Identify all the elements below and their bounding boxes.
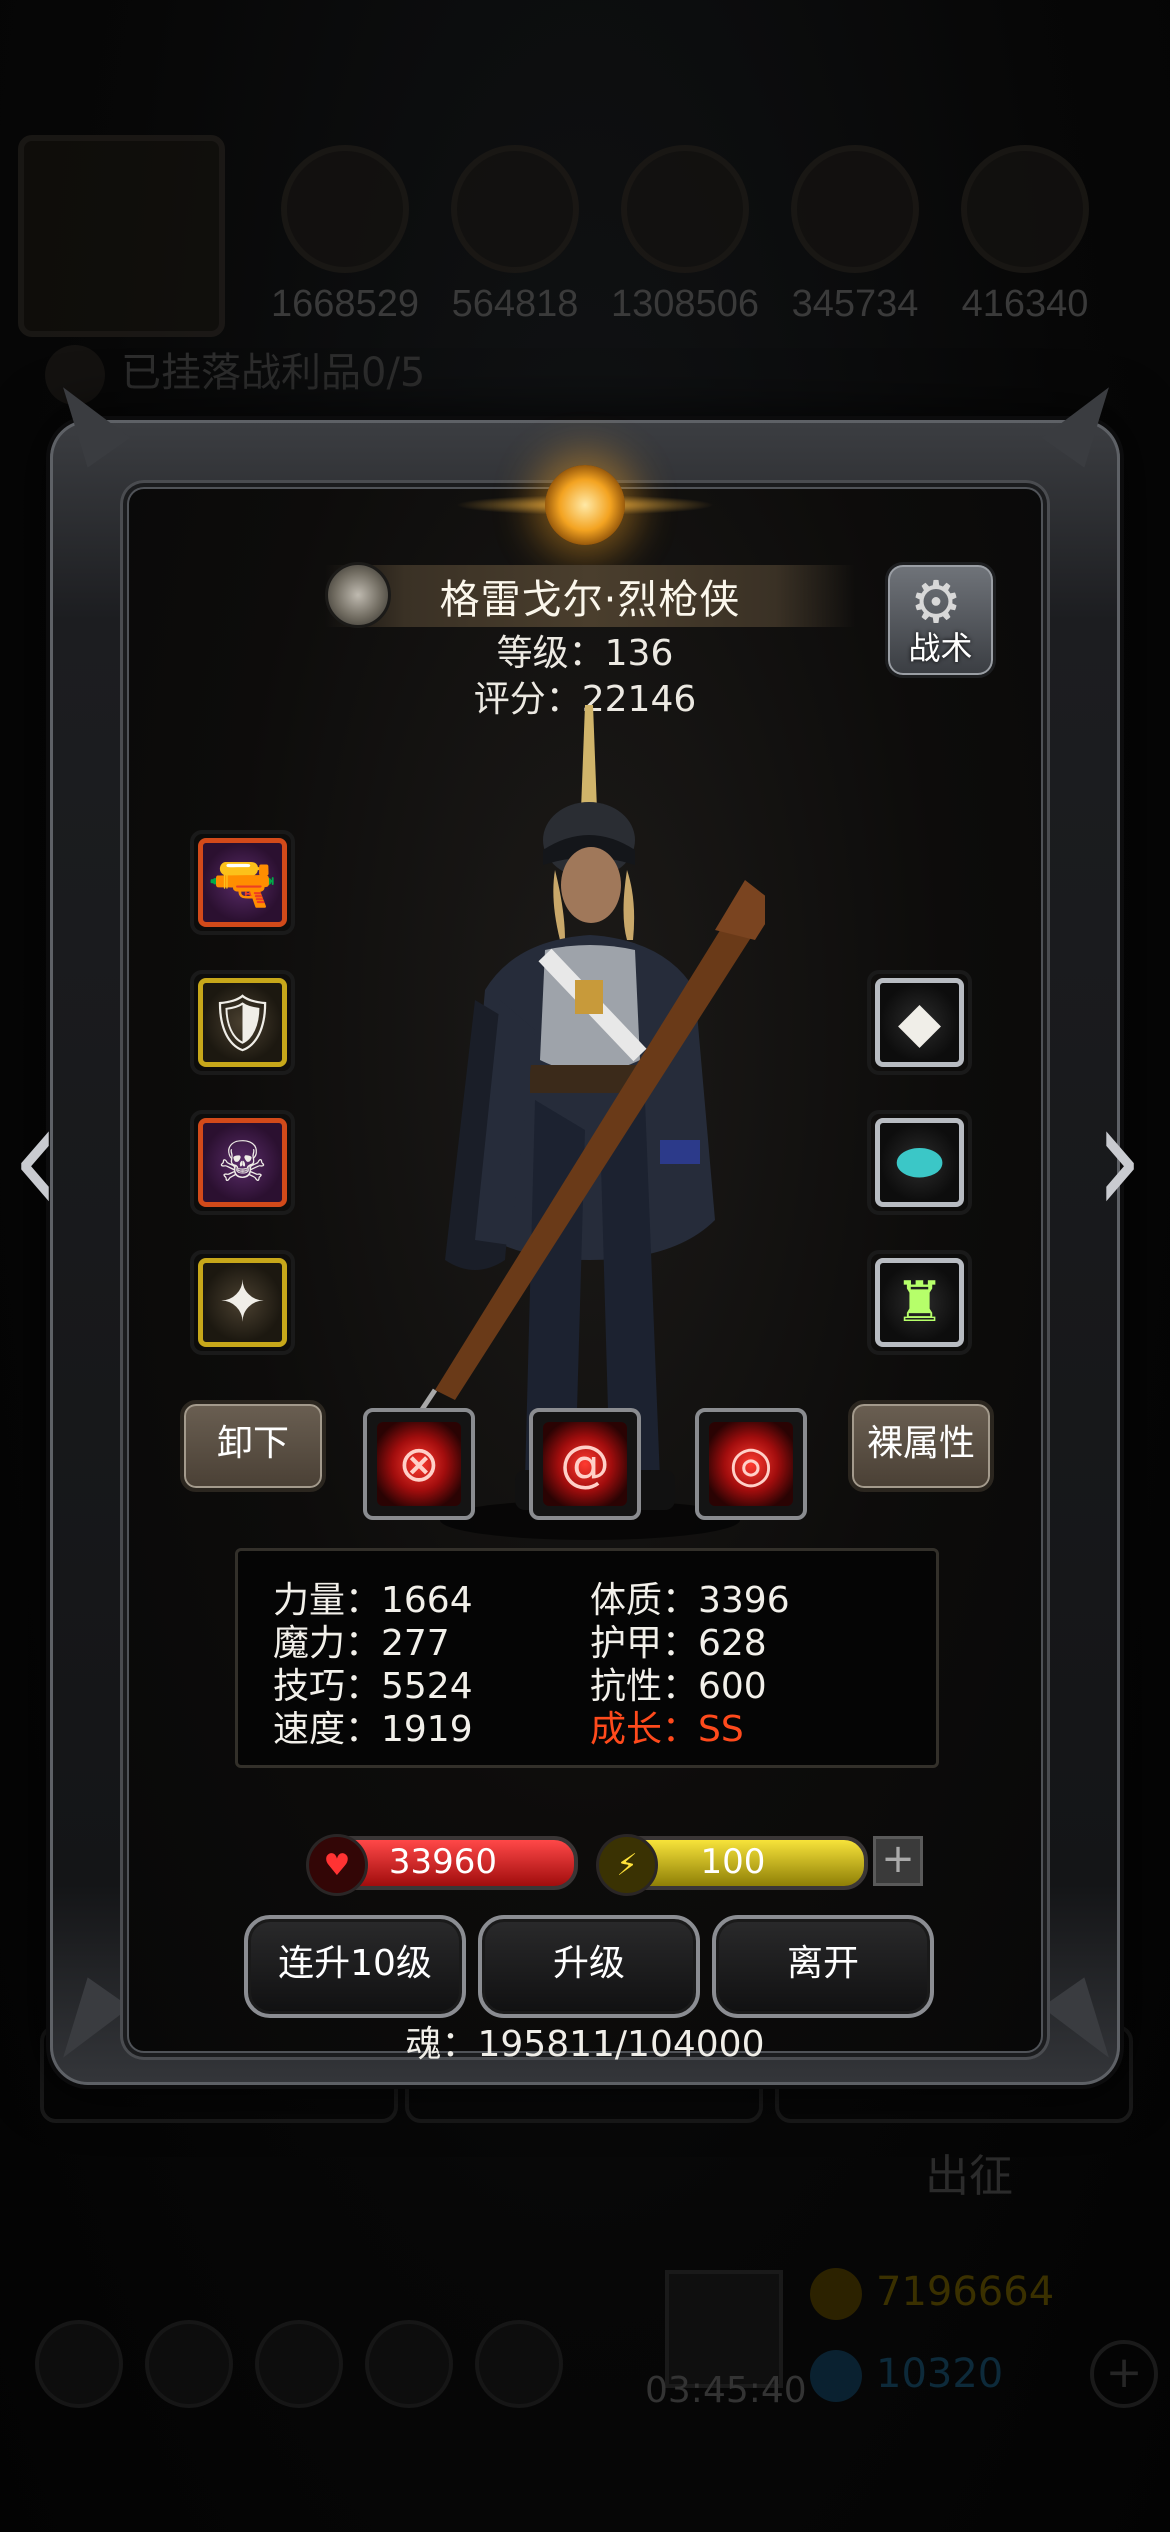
shield-icon: ✦ [219, 1270, 266, 1335]
resource-value: 416340 [961, 283, 1089, 325]
next-hero-arrow-icon[interactable]: › [1095, 1081, 1143, 1238]
ore-icon: ◆ [897, 990, 942, 1055]
bg-nav-icon [35, 2320, 123, 2408]
resource-bar: 1668529 564818 1308506 345734 416340 [260, 145, 1120, 325]
vortex-skill-icon: @ [560, 1435, 610, 1493]
lantern-icon: ♜ [894, 1270, 945, 1335]
gem-icon: ⬬ [895, 1129, 944, 1195]
level-up-button[interactable]: 升级 [478, 1915, 700, 2018]
bg-nav-icon [255, 2320, 343, 2408]
bg-nav-icon [475, 2320, 563, 2408]
player-portrait [18, 135, 225, 337]
leave-button[interactable]: 离开 [712, 1915, 934, 2018]
equip-slot-accessory[interactable]: ✦ [190, 1250, 295, 1355]
unequip-button[interactable]: 卸下 [180, 1400, 326, 1492]
level-up-10-button[interactable]: 连升10级 [244, 1915, 466, 2018]
bg-gems: 10320 [810, 2350, 1003, 2402]
hp-value: 33960 [388, 1842, 498, 1882]
bg-timer: 03:45:40 [645, 2370, 807, 2411]
bg-gold: 7196664 [810, 2268, 1054, 2320]
bg-nav-icon [145, 2320, 233, 2408]
hero-name-plate: 格雷戈尔·烈枪侠 [325, 565, 855, 627]
iron-icon [621, 145, 749, 273]
pistol-icon: 🔫 [207, 850, 278, 916]
resource-stone: 416340 [940, 145, 1110, 326]
resource-value: 345734 [791, 283, 919, 325]
energy-value: 100 [700, 1842, 766, 1882]
resource-value: 1668529 [271, 283, 419, 325]
resource-value: 1308506 [611, 283, 759, 325]
skill-slot-2[interactable]: @ [529, 1408, 641, 1520]
emblem-icon [545, 465, 625, 545]
target-skill-icon: ◎ [729, 1435, 773, 1493]
equip-slot-gem[interactable]: ⬬ [867, 1110, 972, 1215]
crystal-icon [791, 145, 919, 273]
stats-box: 力量：1664 魔力：277 技巧：5524 速度：1919 体质：3396 护… [235, 1548, 939, 1768]
add-energy-button[interactable]: + [873, 1836, 923, 1886]
equip-slot-weapon[interactable]: 🔫 [190, 830, 295, 935]
hero-name: 格雷戈尔·烈枪侠 [439, 577, 741, 623]
equip-slot-armor[interactable]: 🛡 [190, 970, 295, 1075]
equip-slot-helmet[interactable]: ☠ [190, 1110, 295, 1215]
stat-speed: 速度：1919 [273, 1709, 473, 1750]
armor-icon: 🛡 [206, 990, 279, 1056]
bg-nav-icon [365, 2320, 453, 2408]
gold-coin-icon [810, 2268, 862, 2320]
rank-badge-icon[interactable] [325, 562, 391, 628]
tactics-label: 战术 [908, 629, 973, 667]
gem-value: 10320 [876, 2351, 1004, 2397]
hp-bar: ♥ 33960 [306, 1834, 578, 1896]
gold-value: 7196664 [876, 2269, 1055, 2315]
bg-deploy-label: 出征 [925, 2151, 1013, 2202]
resource-wood: 564818 [430, 145, 600, 326]
gem-coin-icon [810, 2350, 862, 2402]
soul-counter: 魂：195811/104000 [405, 2024, 765, 2065]
resource-crystal: 345734 [770, 145, 940, 326]
resource-food: 1668529 [260, 145, 430, 326]
wood-icon [451, 145, 579, 273]
stat-growth: 成长：SS [590, 1709, 744, 1750]
stone-icon [961, 145, 1089, 273]
equip-slot-ore[interactable]: ◆ [867, 970, 972, 1075]
equip-slot-lantern[interactable]: ♜ [867, 1250, 972, 1355]
energy-bar: ⚡ 100 [596, 1834, 868, 1896]
skill-slot-1[interactable]: ⊗ [363, 1408, 475, 1520]
base-attributes-button[interactable]: 裸属性 [848, 1400, 994, 1492]
resource-value: 564818 [451, 283, 579, 325]
food-icon [281, 145, 409, 273]
resource-iron: 1308506 [600, 145, 770, 326]
prev-hero-arrow-icon[interactable]: ‹ [12, 1081, 60, 1238]
bg-add-icon: + [1090, 2340, 1158, 2408]
crosshair-skill-icon: ⊗ [398, 1435, 440, 1493]
quest-text: 已挂落战利品0/5 [121, 350, 426, 396]
skill-slot-3[interactable]: ◎ [695, 1408, 807, 1520]
quest-tracker: 已挂落战利品0/5 [45, 340, 425, 405]
mask-icon: ☠ [217, 1130, 268, 1195]
tactics-button[interactable]: ⚙ 战术 [885, 562, 996, 678]
